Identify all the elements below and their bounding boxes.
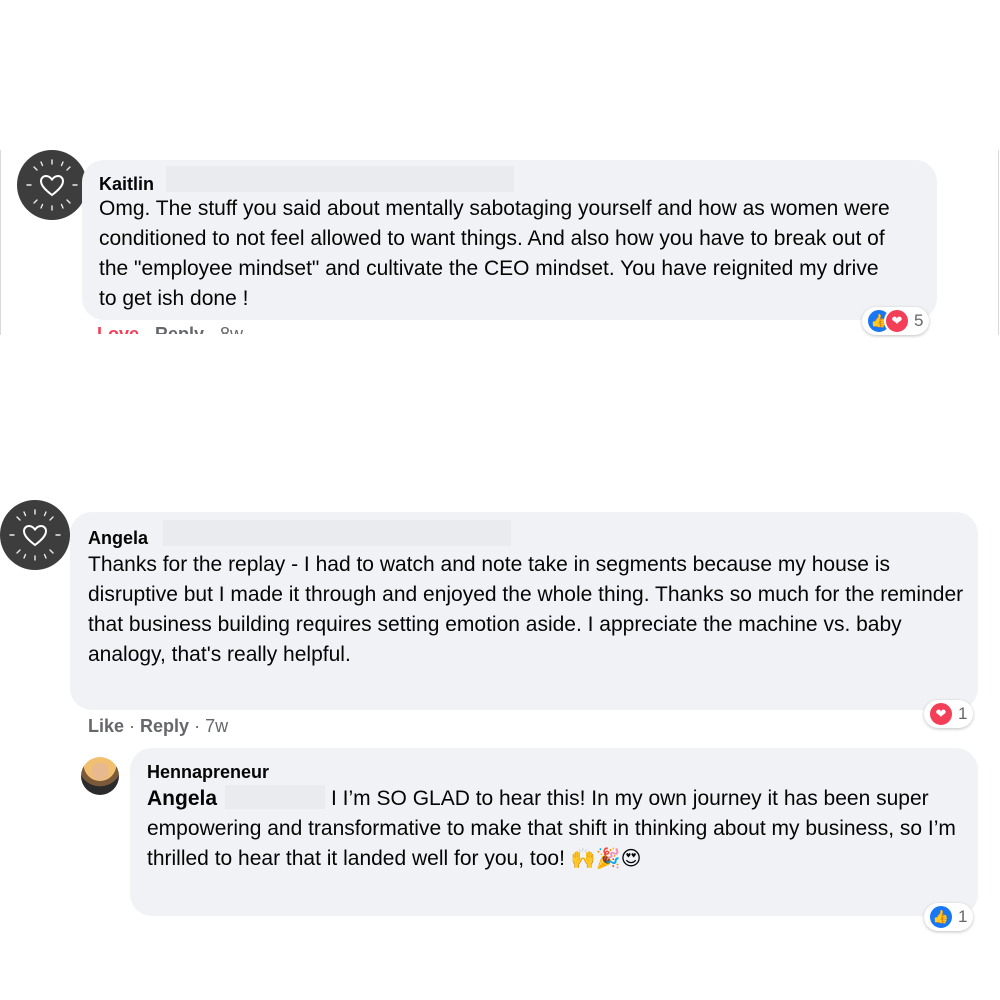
like-button[interactable]: Like: [88, 716, 124, 736]
heart-icon: [26, 159, 78, 211]
reply-button[interactable]: Reply: [155, 324, 204, 334]
comment-thread-angela: Angela Thanks for the replay - I had to …: [0, 496, 1000, 931]
reaction-count: 5: [914, 311, 924, 330]
action-row-clipped: Love · Reply · 8w: [97, 322, 297, 334]
timestamp[interactable]: 8w: [220, 324, 243, 334]
redacted-name: [166, 166, 514, 192]
timestamp[interactable]: 7w: [205, 716, 228, 736]
reply-button[interactable]: Reply: [140, 716, 189, 736]
right-edge-line: [998, 150, 999, 335]
comment-actions: Love · Reply · 8w: [97, 324, 243, 334]
comment-kaitlin: Kaitlin Omg. The stuff you said about me…: [0, 150, 1000, 335]
avatar[interactable]: [81, 757, 119, 795]
heart-icon: [9, 509, 61, 561]
comment-bubble: Kaitlin Omg. The stuff you said about me…: [82, 160, 937, 320]
avatar[interactable]: [17, 150, 87, 220]
reply-emojis: 🙌🎉😍: [570, 848, 642, 870]
love-reaction-icon: ❤: [928, 701, 954, 727]
redacted-name: [225, 785, 326, 809]
reaction-count: 1: [958, 704, 968, 723]
reply-text: Angela I I’m SO GLAD to hear this! In my …: [147, 784, 967, 874]
reaction-count: 1: [958, 907, 968, 926]
comment-author[interactable]: Angela: [88, 528, 148, 549]
comment-actions: Like · Reply · 7w: [88, 716, 229, 736]
reaction-summary[interactable]: 👍 ❤ 5: [862, 307, 930, 335]
love-button[interactable]: Love: [97, 324, 139, 334]
love-reaction-icon: ❤: [884, 308, 910, 334]
left-edge-line: [0, 150, 1, 335]
avatar[interactable]: [0, 500, 70, 570]
reaction-summary[interactable]: 👍 1: [924, 903, 974, 931]
redacted-name: [163, 520, 511, 546]
like-reaction-icon: 👍: [928, 904, 954, 930]
reaction-summary[interactable]: ❤ 1: [924, 700, 974, 728]
reply-author[interactable]: Hennapreneur: [147, 762, 269, 783]
comment-author[interactable]: Kaitlin: [99, 174, 154, 195]
comment-text: Thanks for the replay - I had to watch a…: [88, 553, 964, 666]
comment-text: Omg. The stuff you said about mentally s…: [99, 197, 890, 310]
reply-bubble: Hennapreneur Angela I I’m SO GLAD to hear…: [130, 748, 978, 916]
mention-link[interactable]: Angela: [147, 787, 217, 810]
comment-bubble: Angela Thanks for the replay - I had to …: [70, 512, 978, 710]
